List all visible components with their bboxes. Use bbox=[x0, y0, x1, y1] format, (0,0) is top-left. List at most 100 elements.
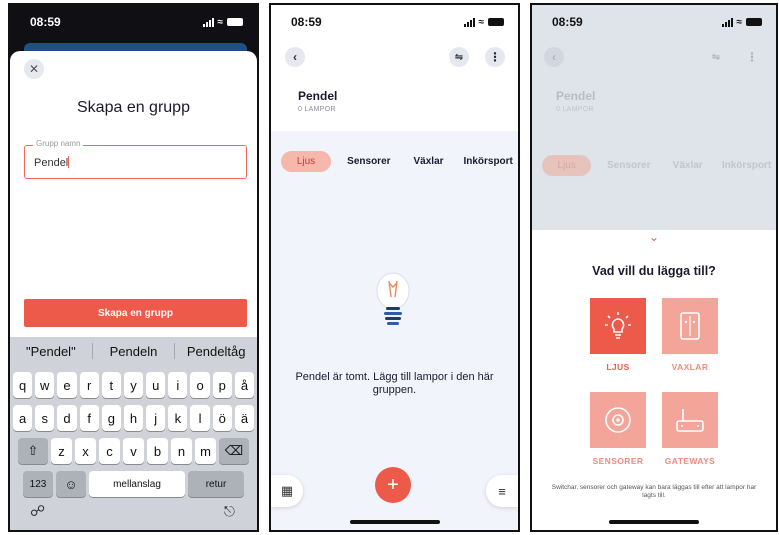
screen-add-sheet: 08:59 ≈ ‹ ⇋ ⋮ Pendel 0 LAMPOR Ljus Senso… bbox=[530, 3, 778, 532]
group-name-field[interactable]: Grupp namn Pendel bbox=[24, 139, 247, 179]
home-indicator bbox=[349, 520, 440, 524]
key[interactable]: m bbox=[195, 438, 216, 464]
tab-sensorer[interactable]: Sensorer bbox=[339, 151, 399, 172]
option-sensorer[interactable] bbox=[590, 392, 646, 448]
status-bar: 08:59 ≈ bbox=[532, 5, 776, 39]
field-value: Pendel bbox=[34, 157, 69, 169]
tab-bar: Ljus Sensorer Växlar Inkörsport bbox=[542, 155, 776, 176]
key[interactable]: b bbox=[147, 438, 168, 464]
wifi-icon: ≈ bbox=[217, 16, 224, 28]
mic-icon[interactable]: ⎋ bbox=[224, 503, 235, 520]
status-bar: 08:59 ≈ bbox=[271, 5, 518, 39]
key[interactable]: w bbox=[35, 372, 55, 398]
bulb-icon bbox=[605, 312, 631, 339]
key[interactable]: q bbox=[12, 372, 33, 398]
option-vaxlar[interactable] bbox=[662, 298, 718, 354]
key[interactable]: ä bbox=[234, 405, 255, 431]
key[interactable]: e bbox=[57, 372, 77, 398]
status-time: 08:59 bbox=[552, 15, 583, 29]
tab-bar: Ljus Sensorer Växlar Inkörsport bbox=[281, 151, 518, 172]
key[interactable]: f bbox=[79, 405, 99, 431]
key[interactable]: r bbox=[79, 372, 99, 398]
status-bar: 08:59 ≈ bbox=[10, 5, 257, 39]
back-icon[interactable]: ‹ bbox=[285, 47, 305, 67]
empty-state-message: Pendel är tomt. Lägg till lampor i den h… bbox=[295, 371, 494, 397]
suggestion-1[interactable]: "Pendel" bbox=[10, 344, 92, 359]
key[interactable]: z bbox=[51, 438, 72, 464]
signal-icon bbox=[721, 17, 733, 27]
key[interactable]: l bbox=[190, 405, 210, 431]
key[interactable]: c bbox=[99, 438, 120, 464]
add-button[interactable]: + bbox=[375, 467, 411, 503]
suggestion-2[interactable]: Pendeln bbox=[93, 344, 175, 359]
keyboard: "Pendel" Pendeln Pendeltåg q w e r t y u… bbox=[10, 337, 257, 530]
key[interactable]: k bbox=[168, 405, 188, 431]
chevron-down-icon[interactable]: ⌄ bbox=[532, 230, 776, 244]
close-icon[interactable]: ✕ bbox=[24, 59, 44, 79]
key[interactable]: p bbox=[212, 372, 232, 398]
suggestion-bar: "Pendel" Pendeln Pendeltåg bbox=[10, 337, 257, 365]
key[interactable]: o bbox=[190, 372, 210, 398]
option-gateways[interactable] bbox=[662, 392, 718, 448]
space-key[interactable]: mellanslag bbox=[89, 471, 185, 497]
status-icons: ≈ bbox=[463, 17, 504, 28]
key[interactable]: g bbox=[101, 405, 121, 431]
text-caret bbox=[68, 156, 70, 168]
key[interactable]: s bbox=[35, 405, 55, 431]
home-indicator bbox=[609, 520, 699, 524]
sensor-icon bbox=[605, 407, 631, 433]
backspace-icon[interactable]: ⌫ bbox=[219, 438, 249, 464]
create-group-button[interactable]: Skapa en grupp bbox=[24, 299, 247, 327]
key[interactable]: y bbox=[123, 372, 144, 398]
key[interactable]: n bbox=[171, 438, 192, 464]
battery-icon bbox=[746, 18, 762, 26]
key[interactable]: i bbox=[168, 372, 188, 398]
key[interactable]: d bbox=[57, 405, 77, 431]
key[interactable]: u bbox=[146, 372, 166, 398]
group-subtitle: 0 LAMPOR bbox=[556, 106, 594, 113]
group-title: Pendel bbox=[556, 89, 596, 103]
key[interactable]: å bbox=[234, 372, 255, 398]
status-icons: ≈ bbox=[721, 17, 762, 28]
tab-vaxlar[interactable]: Växlar bbox=[399, 151, 459, 172]
status-icons: ≈ bbox=[202, 16, 243, 28]
tab-ljus[interactable]: Ljus bbox=[281, 151, 332, 172]
settings-sliders-icon[interactable]: ⇋ bbox=[449, 47, 469, 67]
building-icon[interactable]: ▦ bbox=[271, 475, 303, 507]
key-row-2: a s d f g h j k l ö ä bbox=[10, 405, 257, 431]
option-sensorer-label: SENSORER bbox=[592, 456, 644, 466]
tab-sensorer: Sensorer bbox=[607, 160, 651, 171]
option-ljus-label: LJUS bbox=[606, 362, 630, 372]
switch-icon bbox=[680, 312, 700, 340]
tab-inkorsport: Inkörsport bbox=[721, 160, 772, 171]
screen-create-group: 08:59 ≈ ✕ Skapa en grupp Grupp namn Pend… bbox=[8, 3, 259, 532]
sheet-title: Vad vill du lägga till? bbox=[592, 264, 716, 278]
settings-sliders-icon: ⇋ bbox=[711, 51, 721, 63]
key[interactable]: v bbox=[123, 438, 144, 464]
key[interactable]: h bbox=[123, 405, 144, 431]
status-time: 08:59 bbox=[30, 15, 61, 29]
suggestion-3[interactable]: Pendeltåg bbox=[175, 344, 257, 359]
globe-icon[interactable]: ☍ bbox=[30, 502, 45, 520]
group-subtitle: 0 LAMPOR bbox=[298, 106, 336, 113]
option-ljus[interactable] bbox=[590, 298, 646, 354]
battery-icon bbox=[227, 18, 243, 26]
sheet-footnote: Switchar, sensorer och gateway kan bara … bbox=[551, 484, 757, 500]
emoji-icon[interactable]: ☺ bbox=[56, 471, 86, 497]
option-gateways-label: GATEWAYS bbox=[664, 456, 716, 466]
shift-icon[interactable]: ⇧ bbox=[18, 438, 48, 464]
key[interactable]: j bbox=[146, 405, 166, 431]
tab-ljus: Ljus bbox=[542, 155, 592, 176]
field-value-wrap: Pendel bbox=[34, 156, 70, 169]
tab-inkorsport[interactable]: Inkörsport bbox=[458, 151, 518, 172]
key[interactable]: a bbox=[12, 405, 33, 431]
return-key[interactable]: retur bbox=[188, 471, 244, 497]
numbers-key[interactable]: 123 bbox=[23, 471, 53, 497]
menu-icon[interactable]: ≡ bbox=[486, 475, 518, 507]
screen-group-empty: 08:59 ≈ ‹ ⇋ ⋮ Pendel 0 LAMPOR Ljus Senso… bbox=[269, 3, 520, 532]
key[interactable]: x bbox=[75, 438, 96, 464]
key[interactable]: t bbox=[101, 372, 121, 398]
more-icon[interactable]: ⋮ bbox=[485, 47, 505, 67]
more-icon: ⋮ bbox=[746, 50, 758, 64]
key[interactable]: ö bbox=[212, 405, 232, 431]
